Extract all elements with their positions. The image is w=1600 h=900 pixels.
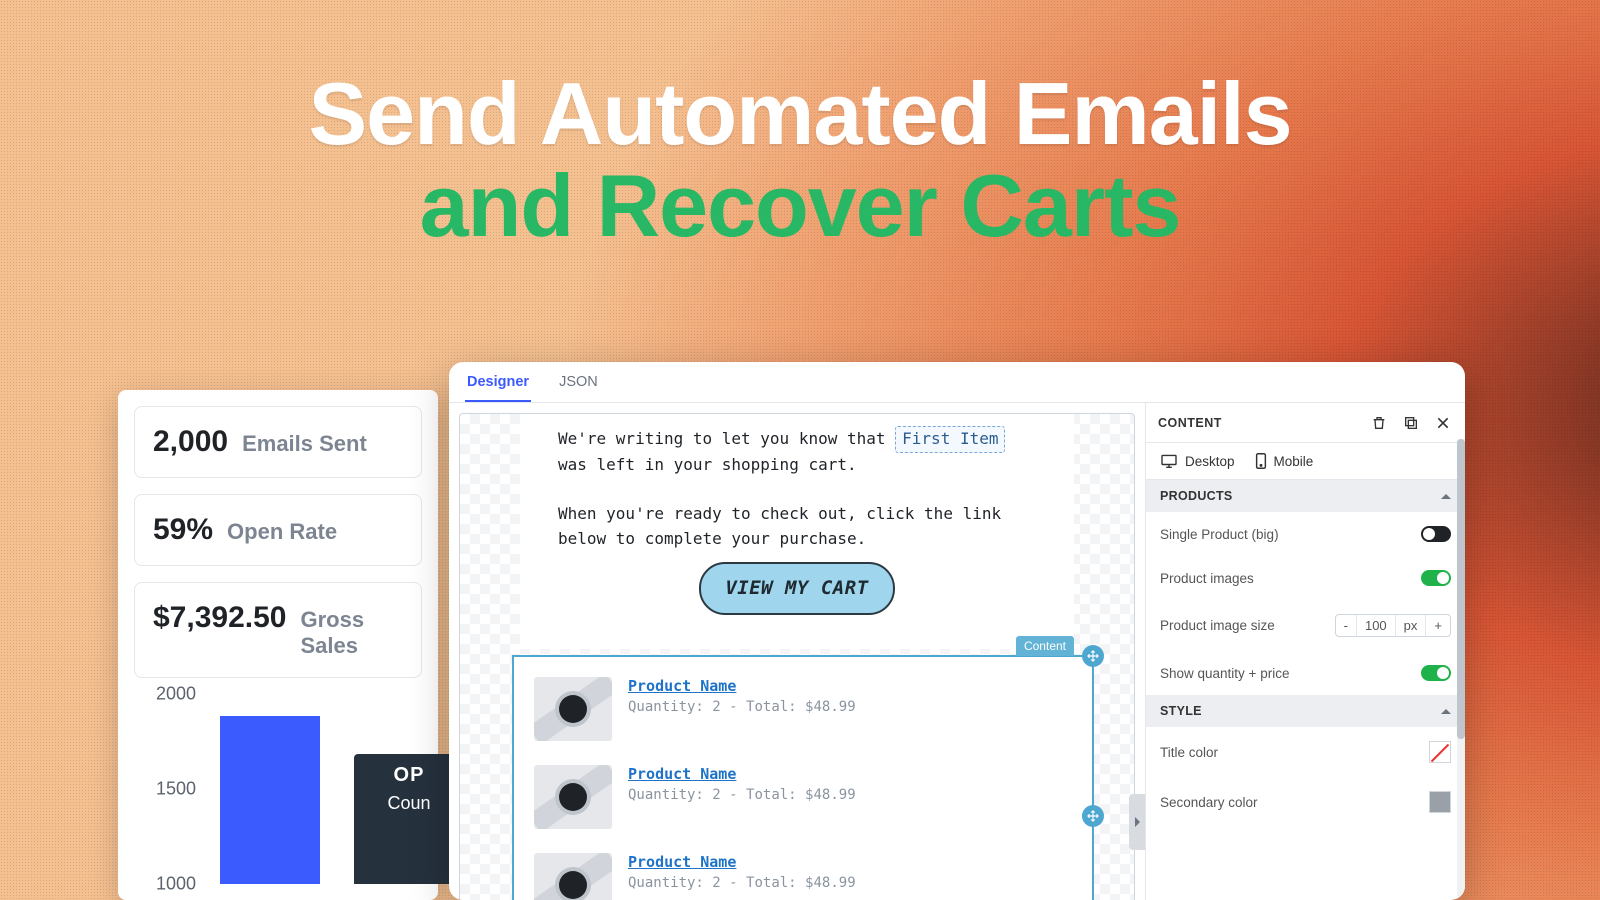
chevron-right-icon <box>1135 817 1140 827</box>
product-qty-total: Quantity: 2 - Total: $48.99 <box>628 787 856 803</box>
stat-label: Emails Sent <box>242 431 367 457</box>
toggle-single-product[interactable] <box>1421 526 1451 542</box>
row-title-color: Title color <box>1146 727 1465 777</box>
stat-value: $7,392.50 <box>153 601 286 635</box>
close-icon[interactable] <box>1433 413 1453 433</box>
viewport-toggle: Desktop Mobile <box>1146 443 1465 480</box>
chart-bar <box>220 716 320 884</box>
tab-json[interactable]: JSON <box>557 362 600 402</box>
product-qty-total: Quantity: 2 - Total: $48.99 <box>628 875 856 891</box>
row-label: Single Product (big) <box>1160 527 1279 542</box>
email-designer-window: Designer JSON We're writing to let you k… <box>449 362 1465 900</box>
chart-bar-tooltip: OP Coun <box>354 754 464 884</box>
product-image <box>534 765 612 829</box>
tab-designer[interactable]: Designer <box>465 362 531 402</box>
product-row[interactable]: Product Name Quantity: 2 - Total: $48.99 <box>528 759 1078 835</box>
stat-tile-openrate: 59% Open Rate <box>134 494 422 566</box>
move-handle-icon[interactable] <box>1082 645 1104 667</box>
product-image <box>534 677 612 741</box>
color-swatch-none[interactable] <box>1429 741 1451 763</box>
chevron-up-icon <box>1441 494 1451 499</box>
stepper-value[interactable]: 100 <box>1356 615 1395 636</box>
email-body-text[interactable]: We're writing to let you know that First… <box>520 414 1074 649</box>
panel-header: CONTENT <box>1146 403 1465 443</box>
row-label: Show quantity + price <box>1160 666 1289 681</box>
stat-label: Gross Sales <box>300 607 403 659</box>
stat-label: Open Rate <box>227 519 337 545</box>
section-header-products[interactable]: PRODUCTS <box>1146 480 1465 512</box>
stat-tile-sales: $7,392.50 Gross Sales <box>134 582 422 678</box>
row-single-product: Single Product (big) <box>1146 512 1465 556</box>
move-handle-icon[interactable] <box>1082 805 1104 827</box>
stepper-unit: px <box>1395 615 1426 636</box>
stepper-plus[interactable]: + <box>1425 615 1450 636</box>
selection-badge: Content <box>1016 636 1074 656</box>
mobile-toggle[interactable]: Mobile <box>1255 453 1314 469</box>
chevron-up-icon <box>1441 709 1451 714</box>
row-label: Secondary color <box>1160 795 1258 810</box>
marketing-headline: Send Automated Emails and Recover Carts <box>0 68 1600 253</box>
properties-panel: CONTENT Desktop Mobile PRODUCTS <box>1145 403 1465 900</box>
row-image-size: Product image size - 100 px + <box>1146 600 1465 651</box>
product-image <box>534 853 612 900</box>
y-tick: 1500 <box>156 779 196 800</box>
product-qty-total: Quantity: 2 - Total: $48.99 <box>628 699 856 715</box>
scrollbar[interactable] <box>1457 439 1465 900</box>
desktop-toggle[interactable]: Desktop <box>1160 453 1235 469</box>
stat-value: 59% <box>153 513 213 547</box>
desktop-label: Desktop <box>1185 454 1235 469</box>
tooltip-line2: Coun <box>354 793 464 814</box>
msg-post: was left in your shopping cart. <box>558 455 857 474</box>
row-label: Product images <box>1160 571 1254 586</box>
designer-tabs: Designer JSON <box>449 362 1465 403</box>
product-name[interactable]: Product Name <box>628 677 856 695</box>
row-qty-price: Show quantity + price <box>1146 651 1465 695</box>
msg-pre: We're writing to let you know that <box>558 429 886 448</box>
stepper-minus[interactable]: - <box>1336 615 1356 636</box>
selected-content-block[interactable]: Content Product Name Quantity: 2 - Total… <box>512 655 1094 900</box>
toggle-qty-price[interactable] <box>1421 665 1451 681</box>
row-label: Title color <box>1160 745 1218 760</box>
y-tick: 1000 <box>156 874 196 895</box>
panel-collapse-handle[interactable] <box>1129 794 1145 850</box>
design-canvas[interactable]: We're writing to let you know that First… <box>459 413 1135 900</box>
panel-title: CONTENT <box>1158 416 1222 430</box>
duplicate-icon[interactable] <box>1401 413 1421 433</box>
msg-p2: When you're ready to check out, click th… <box>558 504 1001 548</box>
section-header-style[interactable]: STYLE <box>1146 695 1465 727</box>
headline-line2: and Recover Carts <box>0 160 1600 252</box>
desktop-icon <box>1160 454 1178 468</box>
view-cart-button[interactable]: VIEW MY CART <box>699 562 894 615</box>
product-row[interactable]: Product Name Quantity: 2 - Total: $48.99 <box>528 671 1078 747</box>
y-tick: 2000 <box>156 684 196 705</box>
stat-tile-emails: 2,000 Emails Sent <box>134 406 422 478</box>
stat-value: 2,000 <box>153 425 228 459</box>
product-name[interactable]: Product Name <box>628 765 856 783</box>
row-label: Product image size <box>1160 618 1275 633</box>
merge-tag-first-item[interactable]: First Item <box>895 426 1005 453</box>
tooltip-line1: OP <box>354 764 464 787</box>
headline-line1: Send Automated Emails <box>0 68 1600 160</box>
mobile-label: Mobile <box>1274 454 1314 469</box>
row-product-images: Product images <box>1146 556 1465 600</box>
size-stepper[interactable]: - 100 px + <box>1335 614 1451 637</box>
product-name[interactable]: Product Name <box>628 853 856 871</box>
bar-chart: 2000 1500 1000 OP Coun <box>134 694 422 884</box>
product-row[interactable]: Product Name Quantity: 2 - Total: $48.99 <box>528 847 1078 900</box>
trash-icon[interactable] <box>1369 413 1389 433</box>
stats-dashboard: 2,000 Emails Sent 59% Open Rate $7,392.5… <box>118 390 438 900</box>
mobile-icon <box>1255 453 1267 469</box>
color-swatch-gray[interactable] <box>1429 791 1451 813</box>
row-secondary-color: Secondary color <box>1146 777 1465 827</box>
toggle-product-images[interactable] <box>1421 570 1451 586</box>
